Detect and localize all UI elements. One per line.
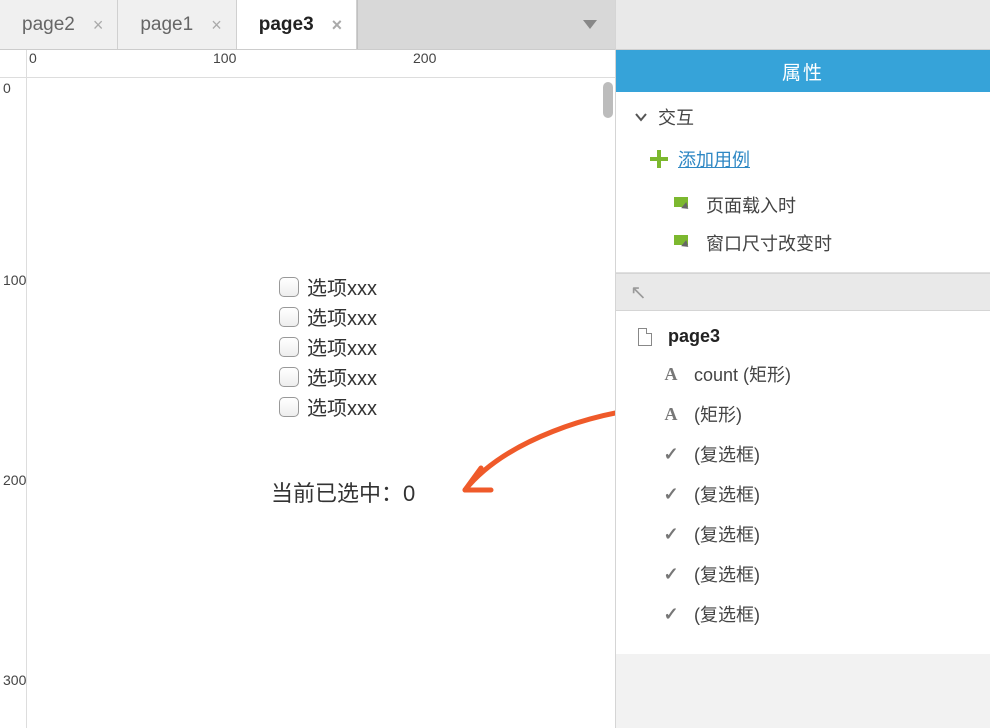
panel-header-label: 属性 — [782, 58, 824, 85]
outline-item[interactable]: ✓ (复选框) — [616, 514, 990, 554]
outline-item[interactable]: ✓ (复选框) — [616, 434, 990, 474]
outline-item[interactable]: A (矩形) — [616, 394, 990, 434]
close-icon[interactable]: × — [332, 16, 343, 34]
ruler-tick: 200 — [413, 50, 436, 66]
count-label: 当前已选中： — [271, 481, 403, 506]
ruler-tick: 100 — [213, 50, 236, 66]
plus-icon — [650, 150, 668, 168]
editor-pane: page2 × page1 × page3 × 0 100 200 0 — [0, 0, 615, 728]
interaction-section-header[interactable]: 交互 — [616, 92, 990, 142]
tab-page3[interactable]: page3 × — [237, 0, 357, 49]
checkbox-icon — [279, 397, 299, 417]
outline-root-label: page3 — [668, 326, 720, 347]
check-icon: ✓ — [660, 524, 682, 545]
checkbox-icon — [279, 367, 299, 387]
text-shape-icon: A — [660, 404, 682, 425]
checkbox-widget[interactable]: 选项xxx — [279, 302, 377, 331]
checkbox-widget[interactable]: 选项xxx — [279, 362, 377, 391]
inspector-pane: 属性 交互 添加用例 页面载入时 窗口尺寸改变时 ↖ — [615, 0, 990, 728]
outline-item[interactable]: ✓ (复选框) — [616, 474, 990, 514]
check-icon: ✓ — [660, 564, 682, 585]
checkbox-icon — [279, 277, 299, 297]
add-case-label: 添加用例 — [678, 146, 750, 172]
event-icon — [674, 235, 694, 251]
ruler-corner — [0, 50, 27, 78]
checkbox-icon — [279, 337, 299, 357]
ruler-tick: 200 — [3, 472, 26, 488]
checkbox-icon — [279, 307, 299, 327]
outline-item[interactable]: ✓ (复选框) — [616, 594, 990, 634]
checkbox-label: 选项xxx — [307, 332, 377, 361]
panel-tab-strip — [616, 0, 990, 50]
count-text-widget[interactable]: 当前已选中：0 — [271, 476, 415, 508]
checkbox-widget[interactable]: 选项xxx — [279, 332, 377, 361]
outline-header[interactable]: ↖ — [616, 273, 990, 311]
outline-item-label: (复选框) — [694, 521, 760, 547]
outline-item-label: (矩形) — [694, 401, 742, 427]
ruler-tick: 300 — [3, 672, 26, 688]
event-icon — [674, 197, 694, 213]
checkbox-label: 选项xxx — [307, 362, 377, 391]
page-icon — [634, 328, 656, 346]
tab-page2[interactable]: page2 × — [0, 0, 118, 49]
tab-label: page1 — [140, 14, 193, 36]
check-icon: ✓ — [660, 444, 682, 465]
text-shape-icon: A — [660, 364, 682, 385]
outline-item-label: (复选框) — [694, 441, 760, 467]
count-value: 0 — [403, 481, 415, 506]
chevron-down-icon — [583, 20, 597, 29]
check-icon: ✓ — [660, 484, 682, 505]
check-icon: ✓ — [660, 604, 682, 625]
outline-tree: page3 A count (矩形) A (矩形) ✓ (复选框) ✓ (复选框… — [616, 311, 990, 654]
checkbox-label: 选项xxx — [307, 392, 377, 421]
panel-header: 属性 — [616, 50, 990, 92]
close-icon[interactable]: × — [211, 16, 222, 34]
outline-item-label: (复选框) — [694, 601, 760, 627]
ruler-tick: 0 — [3, 80, 11, 96]
outline-item[interactable]: A count (矩形) — [616, 354, 990, 394]
add-case-button[interactable]: 添加用例 — [616, 142, 990, 186]
ruler-tick: 100 — [3, 272, 26, 288]
design-canvas[interactable]: 选项xxx 选项xxx 选项xxx 选项xxx 选项xxx 当前已选中：0 — [27, 78, 615, 728]
scrollbar-thumb[interactable] — [603, 82, 613, 118]
outline-item[interactable]: ✓ (复选框) — [616, 554, 990, 594]
event-page-load[interactable]: 页面载入时 — [616, 186, 990, 224]
event-window-resize[interactable]: 窗口尺寸改变时 — [616, 224, 990, 272]
event-label: 窗口尺寸改变时 — [706, 230, 832, 256]
checkbox-widget[interactable]: 选项xxx — [279, 272, 377, 301]
section-title: 交互 — [658, 104, 694, 130]
checkbox-widget[interactable]: 选项xxx — [279, 392, 377, 421]
checkbox-label: 选项xxx — [307, 272, 377, 301]
annotation-arrow-icon — [447, 398, 615, 518]
outline-item-label: count (矩形) — [694, 361, 791, 387]
tab-label: page3 — [259, 14, 314, 36]
event-label: 页面载入时 — [706, 192, 796, 218]
outline-root[interactable]: page3 — [616, 319, 990, 354]
outline-item-label: (复选框) — [694, 481, 760, 507]
tab-overflow[interactable] — [357, 0, 615, 49]
chevron-down-icon — [634, 110, 648, 124]
tab-label: page2 — [22, 14, 75, 36]
checkbox-label: 选项xxx — [307, 302, 377, 331]
ruler-tick: 0 — [29, 50, 37, 66]
arrow-up-left-icon: ↖ — [630, 280, 647, 305]
tab-bar: page2 × page1 × page3 × — [0, 0, 615, 50]
interaction-section: 交互 添加用例 页面载入时 窗口尺寸改变时 — [616, 92, 990, 273]
app-root: page2 × page1 × page3 × 0 100 200 0 — [0, 0, 990, 728]
horizontal-ruler: 0 100 200 — [27, 50, 615, 78]
vertical-ruler: 0 100 200 300 — [0, 78, 27, 728]
outline-item-label: (复选框) — [694, 561, 760, 587]
tab-page1[interactable]: page1 × — [118, 0, 236, 49]
close-icon[interactable]: × — [93, 16, 104, 34]
